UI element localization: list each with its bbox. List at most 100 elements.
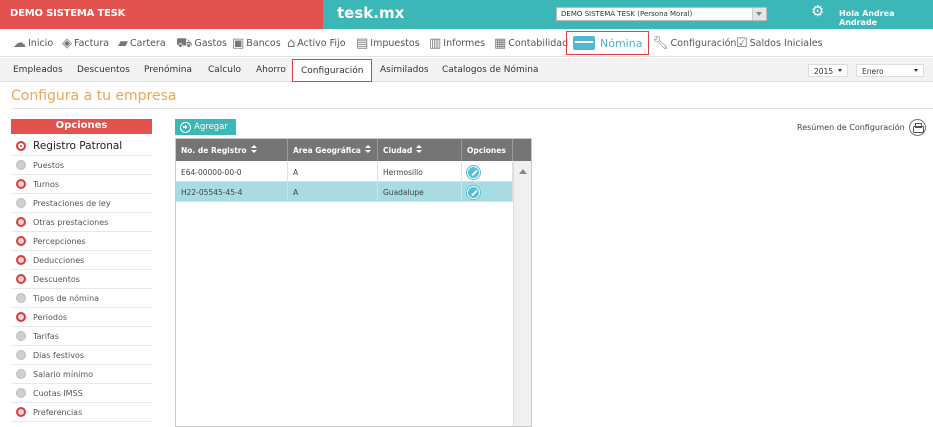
menu-item-label: Bancos bbox=[246, 37, 281, 49]
option-label: Deducciones bbox=[33, 255, 85, 265]
option-percepciones[interactable]: Percepciones bbox=[11, 232, 152, 251]
menu-item-label: Informes bbox=[443, 37, 486, 49]
resumen-label: Resúmen de Configuración bbox=[797, 123, 905, 132]
tab-prenomina[interactable]: Prenómina bbox=[144, 58, 192, 82]
option-deducciones[interactable]: Deducciones bbox=[11, 251, 152, 270]
status-dot-icon bbox=[16, 198, 26, 208]
option-dias-festivos[interactable]: Dias festivos bbox=[11, 346, 152, 365]
option-label: Periodos bbox=[33, 312, 68, 322]
status-dot-icon bbox=[16, 350, 26, 360]
company-select[interactable]: DEMO SISTEMA TESK (Persona Moral) bbox=[556, 7, 767, 21]
menu-item-activo-fijo[interactable]: ⌂ Activo Fijo bbox=[287, 29, 346, 57]
menu-item-label: Nómina bbox=[600, 36, 643, 50]
tab-descuentos[interactable]: Descuentos bbox=[77, 58, 130, 82]
option-tipos-nomina[interactable]: Tipos de nómina bbox=[11, 289, 152, 308]
option-label: Puestos bbox=[33, 160, 65, 170]
option-periodos[interactable]: Periodos bbox=[11, 308, 152, 327]
option-registro-patronal[interactable]: Registro Patronal bbox=[11, 136, 152, 156]
option-label: Preferencias bbox=[33, 407, 83, 417]
menu-item-factura[interactable]: ◈ Factura bbox=[62, 29, 109, 57]
menu-item-saldos-iniciales[interactable]: ☑ Saldos Iniciales bbox=[736, 29, 823, 57]
edit-icon[interactable] bbox=[467, 165, 480, 179]
brand-name[interactable]: DEMO SISTEMA TESK bbox=[0, 0, 323, 29]
cloud-icon: ☁ bbox=[13, 35, 26, 51]
edit-icon[interactable] bbox=[467, 185, 480, 199]
option-salario-minimo[interactable]: Salario mínimo bbox=[11, 365, 152, 384]
card-icon bbox=[573, 36, 595, 50]
option-turnos[interactable]: Turnos bbox=[11, 175, 152, 194]
cell-area: A bbox=[288, 182, 378, 202]
column-label: Ciudad bbox=[383, 145, 413, 155]
column-label: No. de Registro bbox=[181, 145, 247, 155]
tab-configuracion[interactable]: Configuración bbox=[292, 59, 373, 82]
menu-item-label: Inicio bbox=[28, 37, 54, 49]
table-row[interactable]: H22-05545-45-4 A Guadalupe bbox=[176, 182, 513, 202]
menu-item-nomina[interactable]: Nómina bbox=[566, 31, 650, 55]
menu-item-contabilidad[interactable]: ▦ Contabilidad bbox=[494, 29, 568, 57]
option-puestos[interactable]: Puestos bbox=[11, 156, 152, 175]
menu-item-impuestos[interactable]: ▤ Impuestos bbox=[356, 29, 420, 57]
option-otras-prestaciones[interactable]: Otras prestaciones bbox=[11, 213, 152, 232]
menu-item-bancos[interactable]: ▣ Bancos bbox=[232, 29, 281, 57]
sub-menu: Empleados Descuentos Prenómina Calculo A… bbox=[0, 58, 933, 82]
cell-registro: E64-00000-00-0 bbox=[176, 162, 288, 182]
option-label: Otras prestaciones bbox=[33, 217, 109, 227]
radio-selected-icon bbox=[16, 140, 26, 151]
option-descuentos[interactable]: Descuentos bbox=[11, 270, 152, 289]
option-label: Cuotas IMSS bbox=[33, 388, 83, 398]
column-label: Opciones bbox=[467, 145, 506, 155]
cell-opciones bbox=[462, 182, 513, 202]
option-preferencias[interactable]: Preferencias bbox=[11, 403, 152, 422]
menu-item-informes[interactable]: ▥ Informes bbox=[429, 29, 485, 57]
option-label: Descuentos bbox=[33, 274, 80, 284]
column-header-ciudad[interactable]: Ciudad bbox=[378, 139, 462, 161]
bank-icon: ▣ bbox=[232, 35, 245, 51]
printer-icon[interactable] bbox=[908, 119, 926, 136]
tab-ahorro[interactable]: Ahorro bbox=[256, 58, 286, 82]
menu-item-cartera[interactable]: ▰ Cartera bbox=[118, 29, 166, 57]
menu-item-gastos[interactable]: ⛟ Gastos bbox=[176, 29, 227, 57]
table-header: No. de Registro Area Geográfica Ciudad O… bbox=[176, 139, 531, 161]
menu-item-inicio[interactable]: ☁ Inicio bbox=[13, 29, 53, 57]
menu-item-label: Contabilidad bbox=[508, 37, 569, 49]
top-bar-teal: tesk.mx DEMO SISTEMA TESK (Persona Moral… bbox=[323, 0, 933, 29]
option-label: Tarifas bbox=[33, 331, 59, 341]
top-bar: DEMO SISTEMA TESK tesk.mx DEMO SISTEMA T… bbox=[0, 0, 933, 29]
year-select[interactable]: 2015 bbox=[808, 64, 848, 77]
table-row[interactable]: E64-00000-00-0 A Hermosillo bbox=[176, 162, 513, 182]
option-label: Prestaciones de ley bbox=[33, 198, 111, 208]
column-header-area[interactable]: Area Geográfica bbox=[288, 139, 378, 161]
gear-icon[interactable]: ⚙ bbox=[811, 4, 824, 19]
menu-item-label: Factura bbox=[74, 37, 110, 49]
menu-item-label: Impuestos bbox=[370, 37, 420, 49]
cell-ciudad: Guadalupe bbox=[378, 182, 462, 202]
option-cuotas-imss[interactable]: Cuotas IMSS bbox=[11, 384, 152, 403]
tag-icon: ◈ bbox=[62, 35, 72, 51]
document-icon: ▥ bbox=[429, 35, 442, 51]
wrench-icon: 🔧︎ bbox=[652, 35, 669, 51]
add-button[interactable]: Agregar bbox=[175, 119, 236, 135]
chevron-down-icon[interactable] bbox=[752, 8, 766, 20]
month-select[interactable]: Enero bbox=[856, 64, 924, 77]
option-prestaciones-ley[interactable]: Prestaciones de ley bbox=[11, 194, 152, 213]
option-label: Salario mínimo bbox=[33, 369, 94, 379]
tab-catalogos-nomina[interactable]: Catalogos de Nómina bbox=[442, 58, 538, 82]
site-logo[interactable]: tesk.mx bbox=[337, 4, 404, 22]
resumen-link[interactable]: Resúmen de Configuración bbox=[797, 119, 926, 136]
column-header-registro[interactable]: No. de Registro bbox=[176, 139, 288, 161]
tab-asimilados[interactable]: Asimilados bbox=[380, 58, 429, 82]
house-icon: ⌂ bbox=[287, 35, 296, 51]
option-label: Registro Patronal bbox=[33, 139, 123, 152]
plus-icon bbox=[180, 121, 191, 133]
menu-item-configuracion[interactable]: 🔧︎ Configuración bbox=[652, 29, 736, 57]
scroll-up-icon[interactable] bbox=[519, 169, 527, 174]
tab-empleados[interactable]: Empleados bbox=[13, 58, 63, 82]
scrollbar[interactable] bbox=[513, 161, 531, 426]
registro-table: No. de Registro Area Geográfica Ciudad O… bbox=[175, 138, 532, 427]
tab-calculo[interactable]: Calculo bbox=[208, 58, 241, 82]
option-tarifas[interactable]: Tarifas bbox=[11, 327, 152, 346]
user-greeting[interactable]: Hola Andrea Andrade bbox=[839, 9, 933, 27]
checklist-icon: ☑ bbox=[736, 35, 748, 51]
option-label: Dias festivos bbox=[33, 350, 85, 360]
option-label: Percepciones bbox=[33, 236, 86, 246]
